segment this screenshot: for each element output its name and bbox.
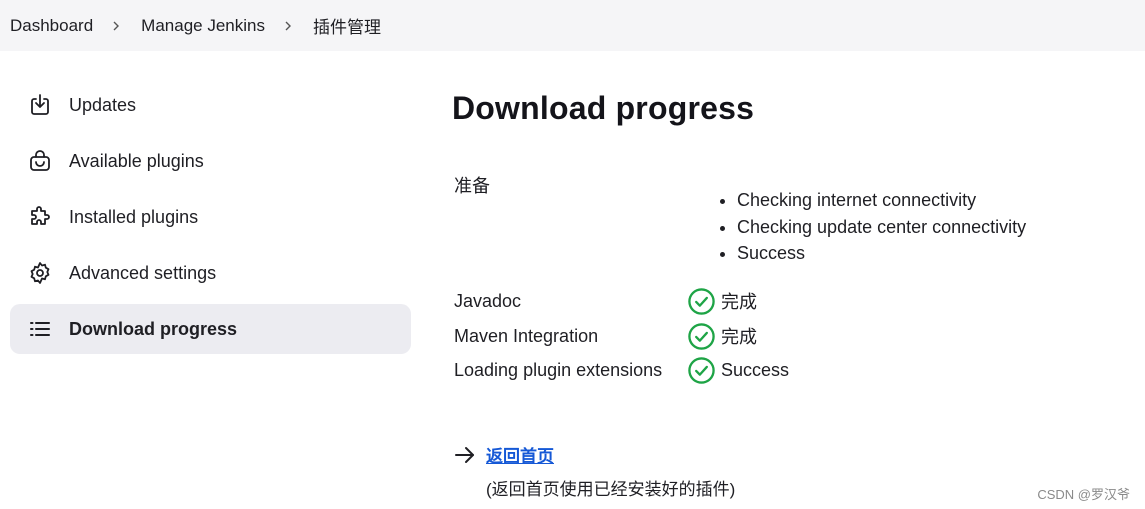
sidebar-item-updates[interactable]: Updates bbox=[10, 80, 411, 130]
back-section: 返回首页 (返回首页使用已经安装好的插件) bbox=[454, 442, 735, 500]
job-name: Loading plugin extensions bbox=[454, 359, 663, 380]
job-row: Loading plugin extensions Success bbox=[454, 355, 789, 385]
job-status-text: 完成 bbox=[721, 327, 757, 347]
preparation-steps: Checking internet connectivity Checking … bbox=[717, 187, 1026, 267]
sidebar-item-label: Updates bbox=[69, 94, 137, 115]
puzzle-icon bbox=[27, 204, 53, 230]
main-content: Download progress 准备 Checking internet c… bbox=[452, 90, 1132, 499]
check-circle-icon bbox=[688, 322, 715, 350]
check-circle-icon bbox=[688, 356, 715, 384]
job-row: Javadoc 完成 bbox=[454, 286, 757, 316]
back-note: (返回首页使用已经安装好的插件) bbox=[486, 480, 736, 499]
sidebar-item-available-plugins[interactable]: Available plugins bbox=[10, 136, 411, 186]
job-name: Javadoc bbox=[454, 290, 522, 311]
shopping-bag-icon bbox=[27, 148, 53, 174]
job-status: Success bbox=[687, 356, 789, 385]
sidebar-item-installed-plugins[interactable]: Installed plugins bbox=[10, 192, 411, 242]
arrow-right-icon bbox=[455, 446, 474, 463]
breadcrumb-dashboard[interactable]: Dashboard bbox=[10, 16, 93, 36]
preparation-label: 准备 bbox=[454, 176, 490, 196]
job-status: 完成 bbox=[687, 322, 757, 351]
list-item: Checking update center connectivity bbox=[737, 214, 1026, 241]
check-circle-icon bbox=[688, 287, 715, 315]
list-item: Checking internet connectivity bbox=[737, 187, 1026, 214]
sidebar-item-label: Installed plugins bbox=[69, 206, 199, 227]
watermark: CSDN @罗汉爷 bbox=[1037, 487, 1130, 502]
download-icon bbox=[27, 92, 53, 118]
list-icon bbox=[27, 316, 53, 342]
job-status: 完成 bbox=[687, 287, 757, 316]
breadcrumb-plugin-manager[interactable]: 插件管理 bbox=[313, 13, 381, 38]
sidebar: Updates Available plugins Installed plug… bbox=[10, 80, 411, 360]
sidebar-item-label: Advanced settings bbox=[69, 262, 217, 283]
sidebar-item-download-progress[interactable]: Download progress bbox=[10, 304, 411, 354]
job-row: Maven Integration 完成 bbox=[454, 321, 757, 351]
sidebar-item-label: Available plugins bbox=[69, 150, 204, 171]
job-name: Maven Integration bbox=[454, 325, 599, 346]
breadcrumb: Dashboard Manage Jenkins 插件管理 bbox=[0, 0, 1145, 51]
breadcrumb-manage-jenkins[interactable]: Manage Jenkins bbox=[141, 16, 265, 36]
sidebar-item-advanced-settings[interactable]: Advanced settings bbox=[10, 248, 411, 298]
list-item: Success bbox=[737, 240, 1026, 267]
sidebar-item-label: Download progress bbox=[69, 318, 238, 339]
job-status-text: Success bbox=[721, 359, 790, 380]
back-to-home-link[interactable]: 返回首页 bbox=[486, 442, 554, 467]
chevron-right-icon bbox=[283, 21, 293, 31]
gear-icon bbox=[27, 260, 53, 286]
job-status-text: 完成 bbox=[721, 292, 757, 312]
page-title: Download progress bbox=[452, 90, 755, 126]
chevron-right-icon bbox=[111, 21, 121, 31]
